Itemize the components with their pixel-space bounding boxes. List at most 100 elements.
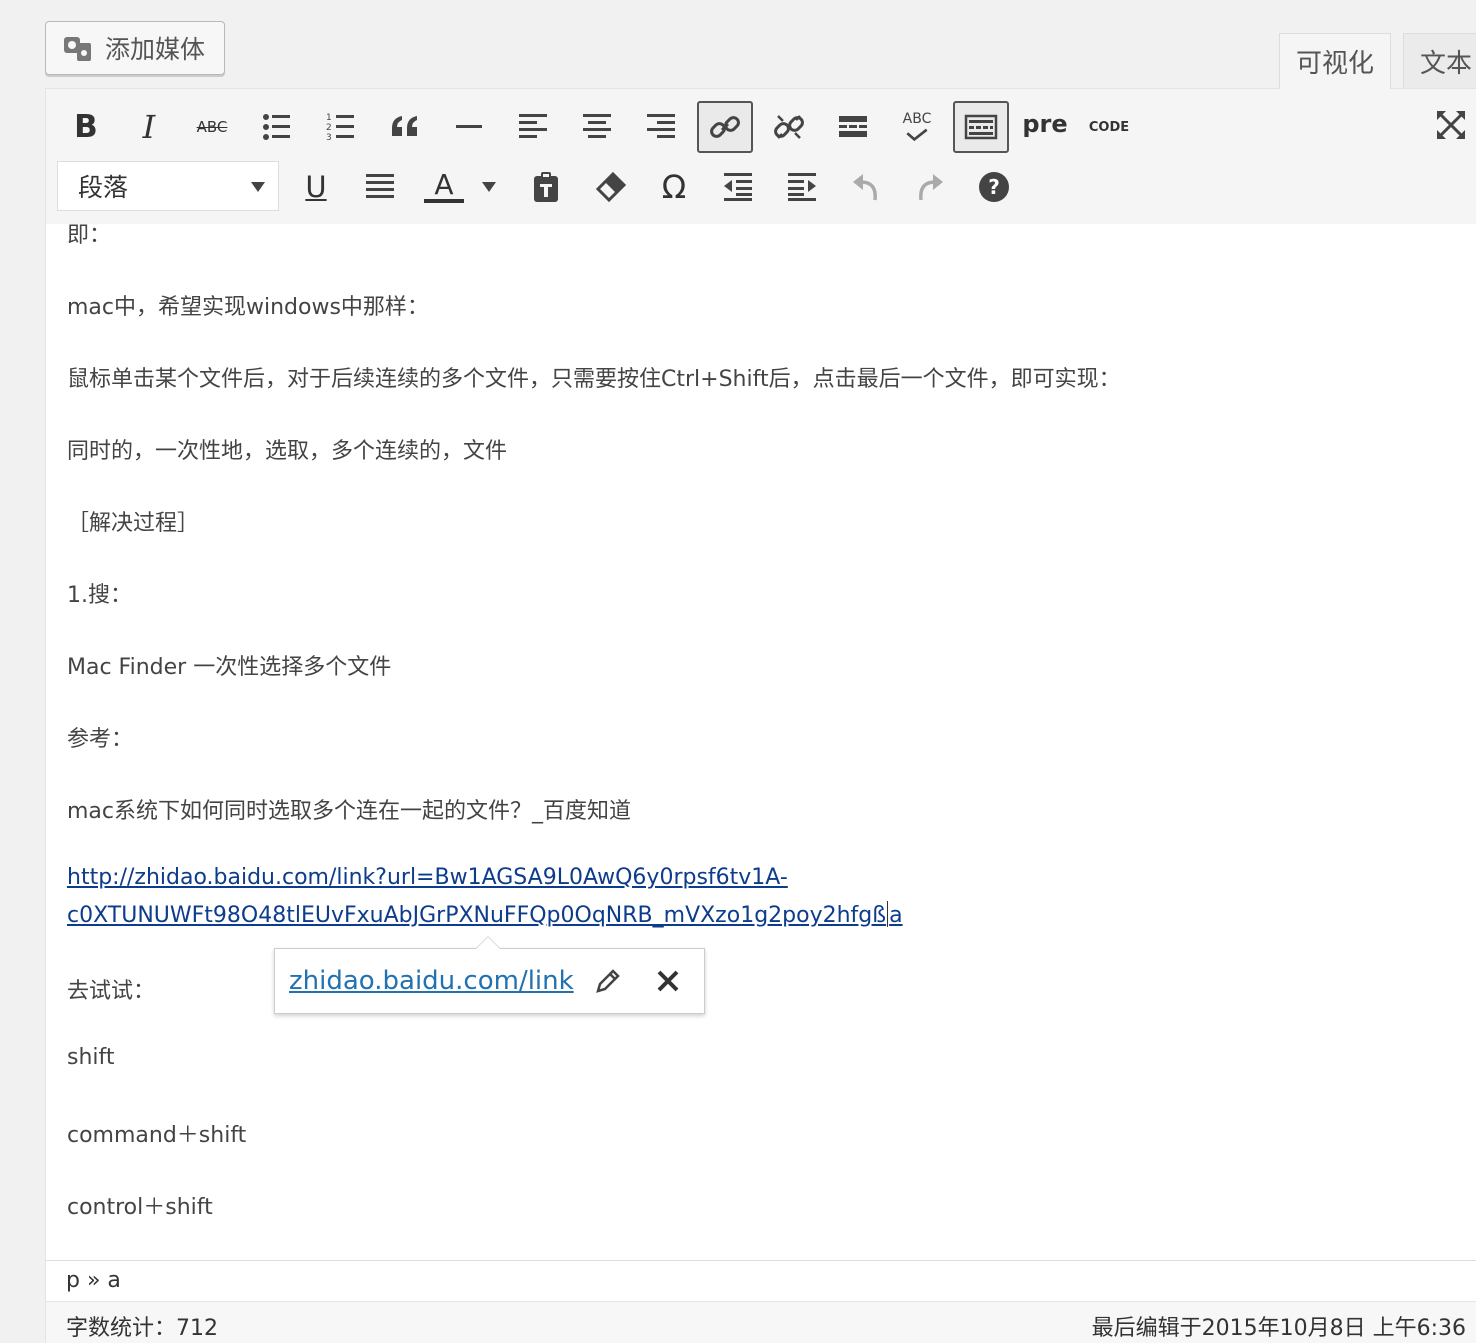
code-button[interactable]: CODE xyxy=(1081,101,1137,153)
read-more-icon xyxy=(839,116,867,137)
tab-visual-label: 可视化 xyxy=(1296,49,1375,79)
spellcheck-button[interactable]: ABC xyxy=(889,101,945,153)
text-line: mac系统下如何同时选取多个连在一起的文件？_百度知道 xyxy=(67,799,632,824)
unlink-icon xyxy=(774,115,804,139)
text-color-button[interactable]: A xyxy=(416,161,472,213)
element-path: p » a xyxy=(46,1260,1476,1300)
redo-icon xyxy=(919,174,943,201)
pre-button[interactable]: pre xyxy=(1017,98,1073,150)
clear-formatting-button[interactable] xyxy=(582,161,638,213)
svg-text:?: ? xyxy=(988,175,1000,199)
text-line: 去试试： xyxy=(67,979,156,1004)
element-path-text[interactable]: p » a xyxy=(66,1268,121,1293)
last-edited: 最后编辑于2015年10月8日 上午6:36 xyxy=(1091,1316,1466,1341)
text-line: 鼠标单击某个文件后，对于后续连续的多个文件，只需要按住Ctrl+Shift后，点… xyxy=(67,367,1121,392)
insert-link-button[interactable] xyxy=(697,101,753,153)
tab-text-label: 文本 xyxy=(1420,49,1473,79)
text-line: shift xyxy=(67,1045,115,1070)
bold-icon: B xyxy=(74,109,98,145)
text-line: control＋shift xyxy=(67,1195,213,1220)
paste-as-text-button[interactable] xyxy=(518,161,574,213)
content-link-line-1[interactable]: http://zhidao.baidu.com/link?url=Bw1AGSA… xyxy=(67,865,788,890)
media-icon xyxy=(64,37,91,61)
eraser-icon xyxy=(595,171,627,203)
read-more-button[interactable] xyxy=(825,101,881,153)
pre-label: pre xyxy=(1022,110,1068,138)
outdent-icon xyxy=(724,173,752,201)
editor: B I ABC 1 2 3 ABC pre CODE 段落 U A Ω ? 即：… xyxy=(45,88,1476,1343)
underline-icon: U xyxy=(305,170,327,204)
undo-button[interactable] xyxy=(838,161,894,213)
align-left-button[interactable] xyxy=(505,101,561,153)
underline-button[interactable]: U xyxy=(288,161,344,213)
indent-button[interactable] xyxy=(774,161,830,213)
chevron-down-icon xyxy=(251,182,265,192)
code-label: CODE xyxy=(1088,119,1130,135)
help-button[interactable]: ? xyxy=(966,161,1022,213)
text-line: Mac Finder 一次性选择多个文件 xyxy=(67,655,392,680)
numbered-list-button[interactable]: 1 2 3 xyxy=(313,101,369,153)
special-character-button[interactable]: Ω xyxy=(646,161,702,213)
remove-link-button[interactable] xyxy=(648,961,688,1001)
svg-text:1: 1 xyxy=(326,113,332,123)
blockquote-button[interactable] xyxy=(377,101,433,153)
bullet-list-icon xyxy=(263,114,290,140)
strikethrough-button[interactable]: ABC xyxy=(184,101,240,153)
outdent-button[interactable] xyxy=(710,161,766,213)
align-center-icon xyxy=(583,114,611,138)
format-select-value: 段落 xyxy=(78,173,129,202)
fullscreen-button[interactable] xyxy=(1423,99,1476,151)
align-right-button[interactable] xyxy=(633,101,689,153)
text-color-swatch xyxy=(424,199,464,203)
popover-link[interactable]: zhidao.baidu.com/link xyxy=(289,966,574,996)
italic-button[interactable]: I xyxy=(121,101,177,153)
italic-icon: I xyxy=(142,108,156,146)
bullet-list-button[interactable] xyxy=(249,101,305,153)
pencil-icon xyxy=(596,969,620,993)
horizontal-line-button[interactable] xyxy=(441,101,497,153)
tab-visual[interactable]: 可视化 xyxy=(1279,33,1391,89)
strikethrough-icon: ABC xyxy=(196,118,228,136)
help-icon: ? xyxy=(979,172,1009,202)
numbered-list-icon: 1 2 3 xyxy=(326,113,354,143)
justify-button[interactable] xyxy=(352,161,408,213)
chevron-down-icon xyxy=(482,182,496,192)
omega-icon: Ω xyxy=(661,168,687,206)
align-right-icon xyxy=(647,114,675,138)
edit-link-button[interactable] xyxy=(588,961,628,1001)
spellcheck-icon xyxy=(906,128,928,141)
text-line: 即： xyxy=(67,224,112,248)
paragraph-format-select[interactable]: 段落 xyxy=(57,161,279,211)
content-link-line-2[interactable]: c0XTUNUWFt98O48tlEUvFxuAbJGrPXNuFFQp0OqN… xyxy=(67,901,903,928)
align-center-button[interactable] xyxy=(569,101,625,153)
redo-button[interactable] xyxy=(902,161,958,213)
toolbar-toggle-button[interactable] xyxy=(953,101,1009,153)
editor-content[interactable]: 即： mac中，希望实现windows中那样： 鼠标单击某个文件后，对于后续连续… xyxy=(46,224,1476,1260)
content-link-text-end: a xyxy=(889,903,903,928)
unlink-button[interactable] xyxy=(761,101,817,153)
close-icon xyxy=(657,970,679,992)
content-link-text: c0XTUNUWFt98O48tlEUvFxuAbJGrPXNuFFQp0OqN… xyxy=(67,903,887,928)
text-line: 1.搜： xyxy=(67,583,132,608)
text-cursor xyxy=(887,901,889,927)
justify-icon xyxy=(366,174,394,198)
quote-icon xyxy=(392,116,417,136)
editor-toolbar: B I ABC 1 2 3 ABC pre CODE 段落 U A Ω ? xyxy=(46,89,1476,225)
bold-button[interactable]: B xyxy=(58,101,114,153)
text-line: 同时的，一次性地，选取，多个连续的，文件 xyxy=(67,439,508,464)
horizontal-line-icon xyxy=(456,125,482,128)
add-media-button[interactable]: 添加媒体 xyxy=(45,21,225,75)
tab-text[interactable]: 文本 xyxy=(1403,33,1476,89)
fullscreen-icon xyxy=(1437,111,1465,139)
spellcheck-label: ABC xyxy=(902,110,932,127)
link-icon xyxy=(710,116,740,138)
undo-icon xyxy=(853,174,877,201)
text-line: mac中，希望实现windows中那样： xyxy=(67,295,429,320)
status-bar: 字数统计：712 最后编辑于2015年10月8日 上午6:36 xyxy=(46,1301,1476,1343)
text-color-icon: A xyxy=(434,168,454,201)
link-popover: zhidao.baidu.com/link xyxy=(274,936,705,1014)
text-color-dropdown[interactable] xyxy=(471,161,507,213)
svg-text:2: 2 xyxy=(326,123,332,133)
add-media-label: 添加媒体 xyxy=(105,35,206,64)
svg-text:3: 3 xyxy=(326,133,332,143)
